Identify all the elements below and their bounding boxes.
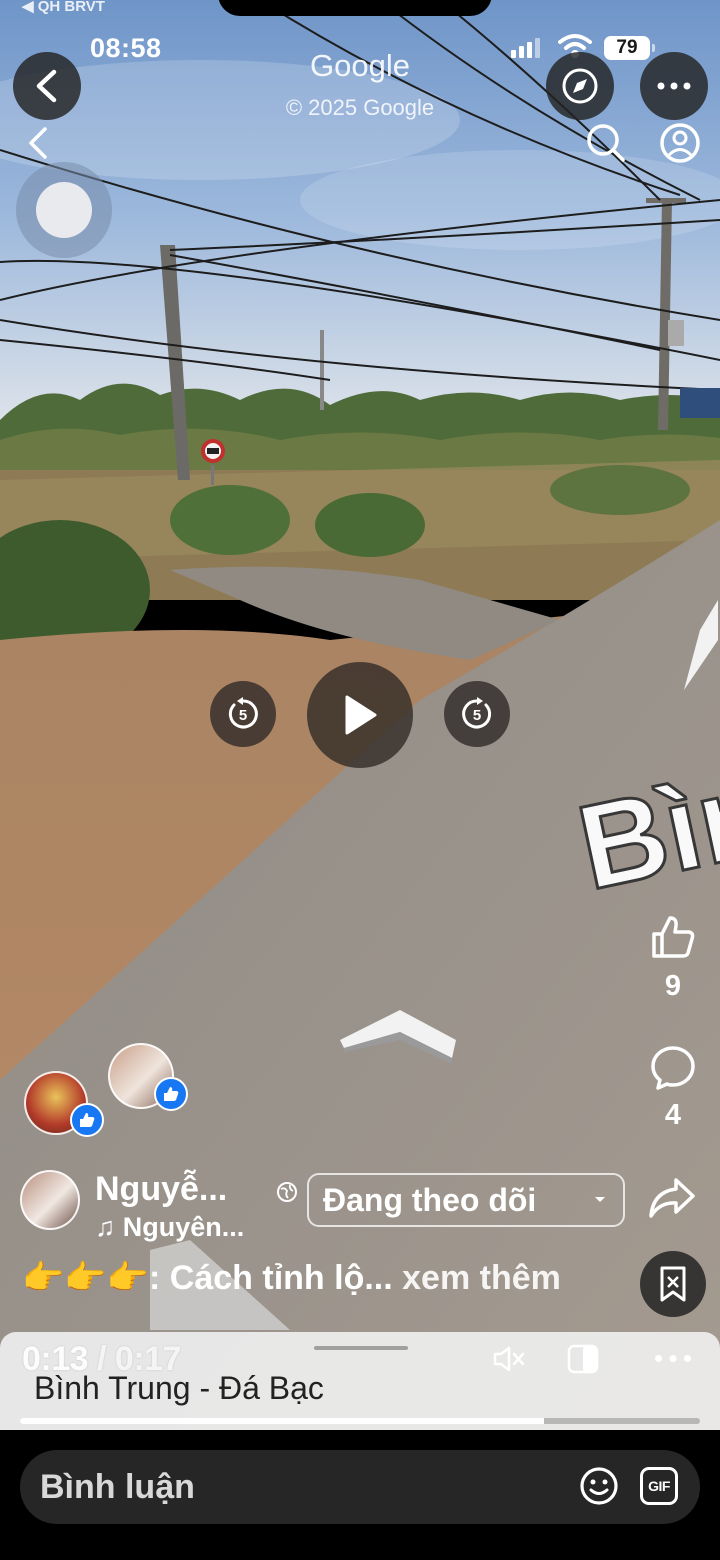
compass-button[interactable] (546, 52, 614, 120)
chevron-down-icon (595, 1197, 605, 1202)
google-copyright: © 2025 Google (285, 95, 435, 120)
author-name[interactable]: Nguyễ... (95, 1170, 227, 1209)
speaker-mute-icon[interactable] (492, 1345, 526, 1373)
play-button[interactable] (307, 662, 413, 768)
video-progress-fill (20, 1418, 544, 1424)
more-options-button[interactable] (640, 52, 708, 120)
rewind-icon: 5 (228, 697, 258, 729)
thumbs-up-icon (164, 1087, 179, 1101)
like-badge-2 (154, 1077, 188, 1111)
following-button[interactable]: Đang theo dõi (307, 1173, 625, 1227)
video-progress-bar[interactable] (20, 1418, 700, 1424)
share-arrow-icon[interactable] (648, 1176, 696, 1220)
see-more-link[interactable]: xem thêm (393, 1259, 561, 1297)
sheet-grabber[interactable] (314, 1346, 408, 1350)
more-horizontal-icon[interactable] (654, 1354, 692, 1363)
thumbs-up-icon (80, 1113, 95, 1127)
audio-track[interactable]: ♫ Nguyên... (95, 1212, 244, 1243)
profile-icon[interactable] (659, 122, 701, 164)
rewind-5-button[interactable]: 5 (210, 681, 276, 747)
gif-label: GIF (648, 1478, 670, 1494)
forward-icon: 5 (462, 697, 492, 729)
globe-icon (277, 1182, 297, 1202)
rewind-label: 5 (239, 707, 247, 724)
back-to-app-link[interactable]: ◀ QH BRVT (22, 0, 105, 15)
author-avatar[interactable] (20, 1170, 80, 1230)
smiley-icon[interactable] (579, 1466, 619, 1506)
comment-bubble-icon[interactable] (650, 1045, 696, 1091)
compass-icon (562, 68, 598, 104)
thumbs-up-icon[interactable] (650, 914, 696, 960)
caption-text: : Cách tỉnh lộ... (149, 1259, 393, 1297)
bookmark-icon (660, 1266, 686, 1302)
bookmark-button[interactable] (640, 1251, 706, 1317)
gif-button[interactable]: GIF (640, 1467, 678, 1505)
street-view-orb[interactable] (16, 162, 112, 258)
location-title: Bình Trung - Đá Bạc (34, 1370, 324, 1406)
comment-count: 4 (664, 1099, 682, 1131)
picture-in-picture-icon[interactable] (567, 1344, 599, 1374)
comment-placeholder: Bình luận (40, 1468, 195, 1506)
device-notch (218, 0, 492, 16)
more-horizontal-icon (657, 82, 691, 90)
caption-emoji: 👉👉👉 (22, 1259, 150, 1297)
like-badge-1 (70, 1103, 104, 1137)
search-icon[interactable] (585, 122, 627, 164)
street-view-back-icon[interactable] (26, 126, 50, 160)
forward-label: 5 (473, 707, 481, 724)
forward-5-button[interactable]: 5 (444, 681, 510, 747)
following-label: Đang theo dõi (323, 1181, 537, 1218)
like-count: 9 (664, 970, 682, 1002)
post-caption[interactable]: 👉👉👉: Cách tỉnh lộ... xem thêm (22, 1258, 561, 1298)
play-icon (345, 695, 377, 735)
